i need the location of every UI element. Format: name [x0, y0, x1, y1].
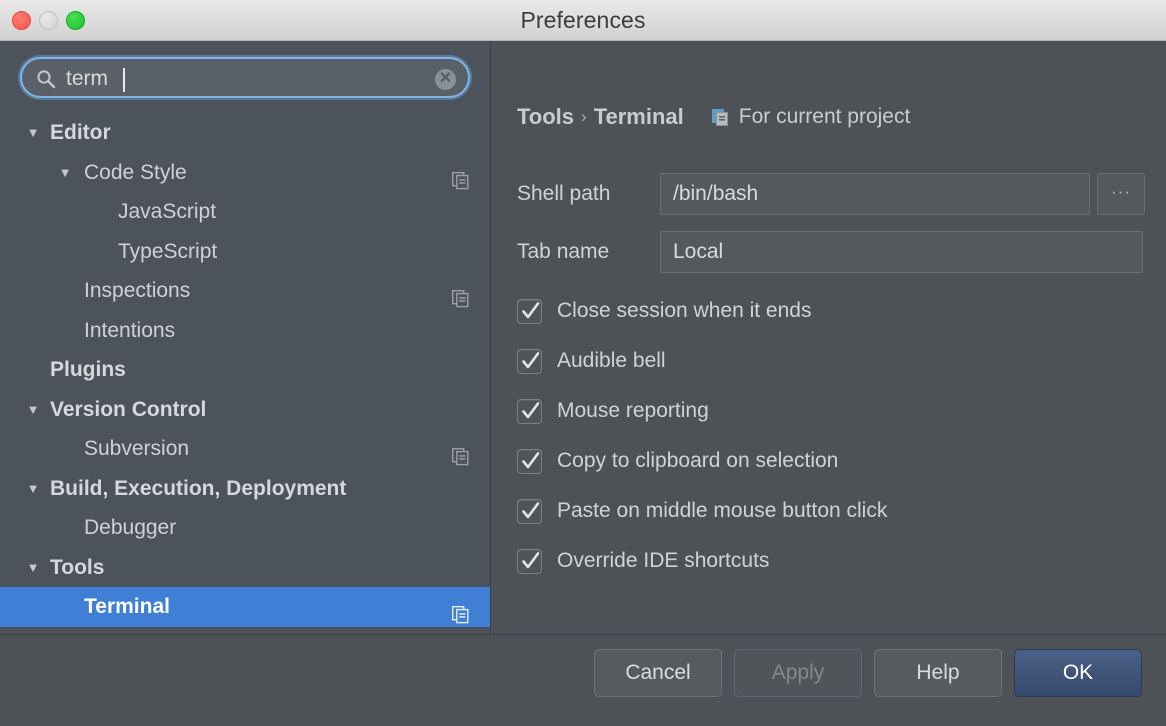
chevron-down-icon[interactable]: ▼ [24, 548, 42, 588]
settings-tree: ▼ Editor ▼ Code Style JavaScript TypeScript In… [0, 113, 490, 627]
tree-item-label: Inspections [84, 279, 191, 302]
checkbox-label: Close session when it ends [557, 299, 812, 322]
settings-sidebar: term ✕ ▼ Editor ▼ Code Style JavaScript TypeS… [0, 41, 491, 635]
dialog-button-bar: Cancel Apply Help OK [594, 649, 1142, 697]
tree-item-label: Code Style [84, 160, 187, 184]
checkbox-label: Copy to clipboard on selection [557, 449, 839, 472]
text-cursor [123, 68, 125, 92]
checkbox-row[interactable]: Mouse reporting [517, 386, 1117, 436]
checkbox-checked-icon[interactable] [517, 298, 542, 324]
tree-item-label: Plugins [50, 358, 126, 381]
project-scope-icon [451, 598, 470, 624]
checkbox-label: Audible bell [557, 349, 666, 372]
tab-name-row: Tab name Local [517, 231, 1143, 273]
checkbox-checked-icon[interactable] [517, 348, 542, 374]
dialog-body: term ✕ ▼ Editor ▼ Code Style JavaScript TypeS… [0, 41, 1166, 635]
tree-item-tools[interactable]: ▼ Tools [0, 548, 490, 588]
title-bar: Preferences [0, 0, 1166, 41]
chevron-down-icon[interactable]: ▼ [24, 113, 42, 153]
tree-item-editor[interactable]: ▼ Editor [0, 113, 490, 153]
dialog-footer: Cancel Apply Help OK [0, 636, 1166, 726]
tree-item-label: Intentions [84, 318, 176, 342]
tree-item-subversion[interactable]: Subversion [0, 429, 490, 469]
search-icon [36, 69, 56, 89]
settings-detail-panel: Tools › Terminal For current project She… [492, 41, 1166, 635]
project-scope-icon [451, 282, 470, 308]
tree-item-label: Build, Execution, Deployment [50, 476, 347, 500]
checkbox-label: Override IDE shortcuts [557, 549, 770, 572]
search-field[interactable]: term ✕ [20, 57, 470, 98]
tab-name-label: Tab name [517, 240, 610, 263]
breadcrumb-parent[interactable]: Tools [517, 104, 574, 130]
ok-button[interactable]: OK [1014, 649, 1142, 697]
tab-name-input[interactable]: Local [660, 231, 1143, 273]
checkbox-checked-icon[interactable] [517, 498, 542, 524]
tree-item-typescript[interactable]: TypeScript [0, 232, 490, 272]
breadcrumb-separator-icon: › [581, 107, 587, 126]
shell-path-input[interactable]: /bin/bash [660, 173, 1090, 215]
checkbox-row[interactable]: Close session when it ends [517, 286, 1117, 336]
checkbox-checked-icon[interactable] [517, 398, 542, 424]
checkbox-label: Paste on middle mouse button click [557, 499, 888, 522]
project-scope-icon [451, 440, 470, 466]
tree-item-javascript[interactable]: JavaScript [0, 192, 490, 232]
checkbox-row[interactable]: Audible bell [517, 336, 1117, 386]
clear-icon[interactable]: ✕ [435, 69, 456, 90]
tree-item-plugins[interactable]: Plugins [0, 350, 490, 390]
tree-item-label: Debugger [84, 516, 177, 539]
preferences-window: Preferences term ✕ ▼ Editor ▼ Code Style… [0, 0, 1166, 726]
checkbox-row[interactable]: Paste on middle mouse button click [517, 486, 1117, 536]
shell-path-row: Shell path /bin/bash ··· [517, 173, 1145, 215]
chevron-down-icon[interactable]: ▼ [24, 390, 42, 430]
checkbox-checked-icon[interactable] [517, 548, 542, 574]
tree-item-intentions[interactable]: Intentions [0, 311, 490, 351]
project-scope-icon [711, 109, 730, 127]
tree-item-terminal[interactable]: Terminal [0, 587, 490, 627]
cancel-button[interactable]: Cancel [594, 649, 722, 697]
tree-item-version-control[interactable]: ▼ Version Control [0, 390, 490, 430]
breadcrumb: Tools › Terminal For current project [517, 102, 910, 132]
browse-shell-path-button[interactable]: ··· [1097, 173, 1145, 215]
tree-item-label: JavaScript [118, 200, 217, 223]
tree-item-debugger[interactable]: Debugger [0, 508, 490, 548]
tree-item-label: Tools [50, 555, 105, 579]
tree-item-label: Subversion [84, 437, 190, 460]
tree-item-label: TypeScript [118, 239, 218, 263]
tree-item-inspections[interactable]: Inspections [0, 271, 490, 311]
tree-item-build-execution-deployment[interactable]: ▼ Build, Execution, Deployment [0, 469, 490, 509]
tree-item-label: Terminal [84, 595, 170, 618]
checkbox-label: Mouse reporting [557, 399, 709, 422]
apply-button: Apply [734, 649, 862, 697]
chevron-down-icon[interactable]: ▼ [24, 469, 42, 509]
checkbox-row[interactable]: Override IDE shortcuts [517, 536, 1117, 586]
breadcrumb-current: Terminal [593, 104, 684, 129]
tree-item-label: Editor [50, 121, 111, 144]
checkbox-checked-icon[interactable] [517, 448, 542, 474]
terminal-options-list: Close session when it ends Audible bell Mo… [517, 286, 1117, 586]
checkbox-row[interactable]: Copy to clipboard on selection [517, 436, 1117, 486]
window-title: Preferences [520, 7, 646, 33]
tree-item-label: Version Control [50, 397, 207, 421]
search-box[interactable]: term ✕ [20, 57, 470, 98]
scope-note-label: For current project [738, 105, 911, 128]
chevron-down-icon[interactable]: ▼ [56, 153, 74, 193]
tree-item-code-style[interactable]: ▼ Code Style [0, 153, 490, 193]
project-scope-icon [451, 164, 470, 189]
search-input[interactable]: term [66, 59, 108, 100]
shell-path-label: Shell path [517, 182, 611, 205]
help-button[interactable]: Help [874, 649, 1002, 697]
